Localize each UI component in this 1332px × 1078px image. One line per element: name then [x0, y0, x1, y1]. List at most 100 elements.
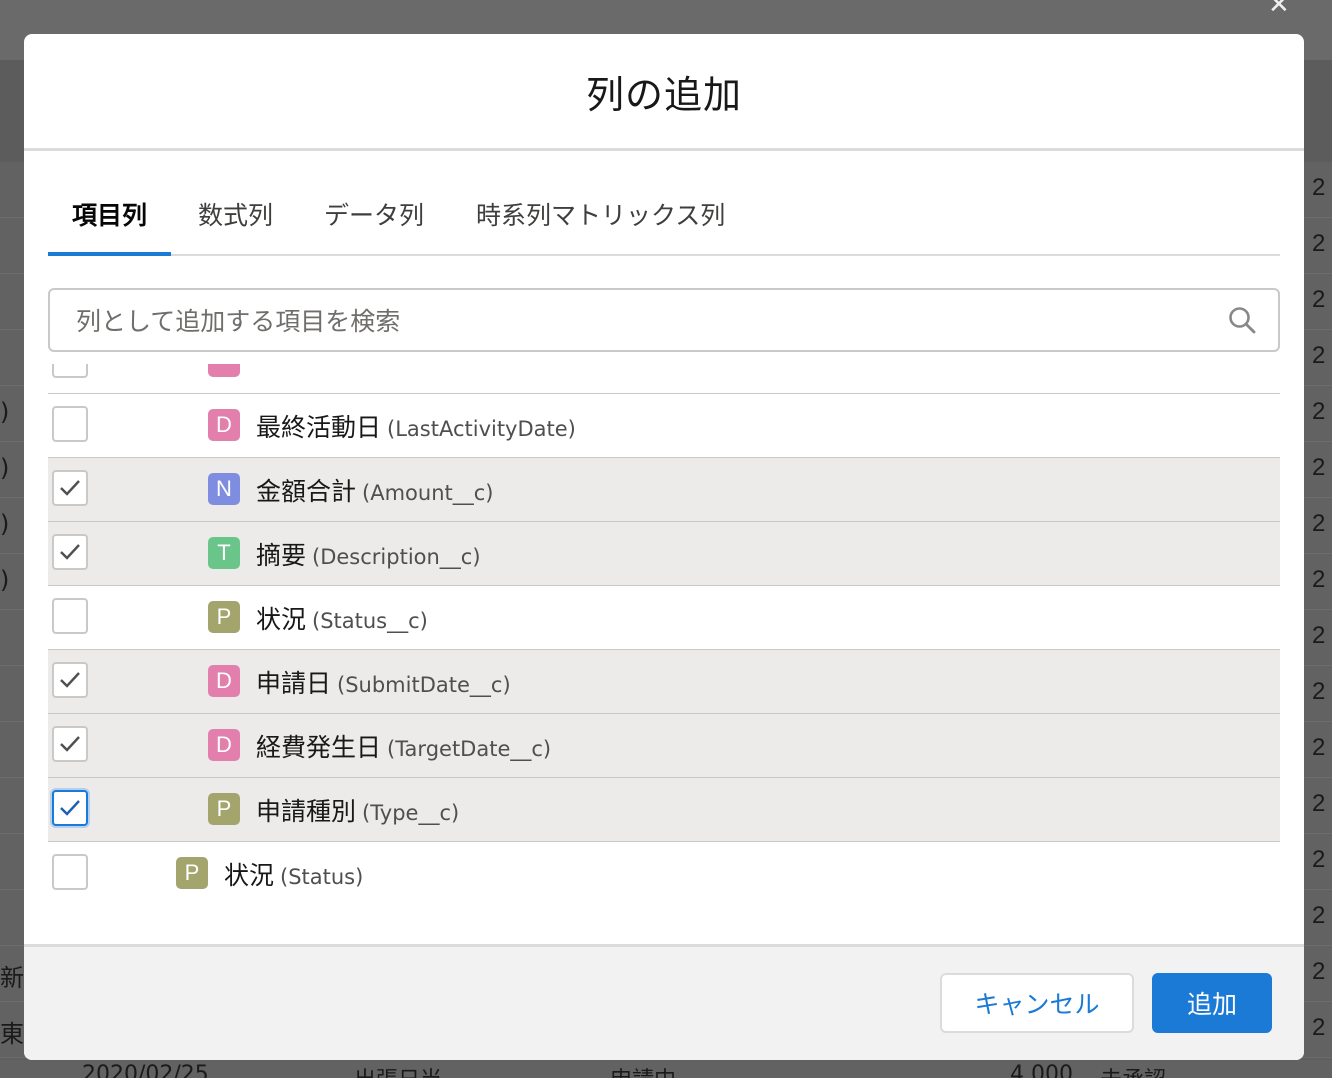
background-cell-text: 2 — [1312, 734, 1326, 761]
field-label-wrap: 申請日 (SubmitDate__c) — [256, 664, 511, 700]
background-cell-text: 2 — [1312, 454, 1326, 481]
field-api-name: (Description__c) — [312, 545, 481, 569]
background-cell-text: 2 — [1312, 902, 1326, 929]
background-cell-text: 申請中 — [610, 1062, 676, 1078]
background-cell-text: 2020/02/25 — [82, 1062, 209, 1078]
modal-title: 列の追加 — [585, 72, 742, 117]
field-label-wrap: 経費発生日 (TargetDate__c) — [256, 728, 551, 764]
field-label-wrap: 状況 (Status) — [224, 856, 363, 892]
tab-time-series-matrix-columns[interactable]: 時系列マトリックス列 — [476, 174, 725, 254]
checkmark-icon — [60, 672, 80, 688]
field-label: 状況 — [256, 605, 307, 634]
field-checkbox[interactable] — [52, 854, 88, 890]
field-label: 経費発生日 — [256, 733, 382, 762]
tab-data-columns[interactable]: データ列 — [324, 174, 424, 254]
list-item[interactable]: T 摘要 (Description__c) — [48, 522, 1280, 586]
checkmark-icon — [60, 800, 80, 816]
field-label: 申請種別 — [256, 797, 357, 826]
field-checkbox[interactable] — [52, 364, 88, 378]
background-cell-text: ) — [0, 454, 10, 482]
search-icon[interactable] — [1228, 306, 1256, 334]
date-type-icon: D — [208, 665, 240, 697]
number-type-icon: N — [208, 473, 240, 505]
checkmark-icon — [60, 544, 80, 560]
background-cell-text: 2 — [1312, 790, 1326, 817]
add-button[interactable]: 追加 — [1152, 973, 1272, 1033]
cancel-button[interactable]: キャンセル — [940, 973, 1134, 1033]
background-cell-text: 2 — [1312, 958, 1326, 985]
field-checkbox[interactable] — [52, 598, 88, 634]
background-cell-text: 2 — [1312, 398, 1326, 425]
field-api-name: (Amount__c) — [362, 481, 494, 505]
text-type-icon: T — [208, 537, 240, 569]
checkmark-icon — [60, 736, 80, 752]
picklist-type-icon: P — [208, 793, 240, 825]
background-cell-text: 2 — [1312, 230, 1326, 257]
list-item[interactable]: D 最終活動日 (LastActivityDate) — [48, 394, 1280, 458]
field-label: 最終活動日 — [256, 413, 382, 442]
tab-field-columns[interactable]: 項目列 — [47, 174, 172, 256]
field-label-wrap: 申請種別 (Type__c) — [256, 792, 459, 828]
background-cell-text: 未承認 — [1100, 1062, 1166, 1078]
background-table-row: 2020/02/25 出張日当 申請中 4,000 未承認 — [0, 1060, 1332, 1078]
field-label-wrap: 最終活動日 (LastActivityDate) — [256, 408, 576, 444]
field-label: 申請日 — [256, 669, 332, 698]
background-cell-text: ) — [0, 398, 10, 426]
field-api-name: (Status__c) — [312, 609, 428, 633]
background-cell-text: 2 — [1312, 174, 1326, 201]
background-cell-text: 2 — [1312, 342, 1326, 369]
field-label-wrap: 状況 (Status__c) — [256, 600, 428, 636]
field-api-name: (Type__c) — [362, 801, 460, 825]
list-item[interactable]: N 金額合計 (Amount__c) — [48, 458, 1280, 522]
field-label: 金額合計 — [256, 477, 357, 506]
field-checkbox[interactable] — [52, 406, 88, 442]
date-type-icon — [208, 364, 240, 377]
search-box — [48, 288, 1280, 352]
tab-formula-columns[interactable]: 数式列 — [198, 174, 273, 254]
field-api-name: (Status) — [280, 865, 364, 889]
background-cell-text: 2 — [1312, 678, 1326, 705]
picklist-type-icon: P — [176, 857, 208, 889]
background-cell-text: 新大 — [0, 964, 24, 992]
field-api-name: (LastActivityDate) — [387, 417, 576, 441]
modal-footer: キャンセル 追加 — [24, 944, 1304, 1060]
field-checkbox[interactable] — [52, 662, 88, 698]
field-checkbox[interactable] — [52, 726, 88, 762]
picklist-type-icon: P — [208, 601, 240, 633]
field-label: 状況 — [224, 861, 275, 890]
date-type-icon: D — [208, 729, 240, 761]
list-item[interactable]: D 経費発生日 (TargetDate__c) — [48, 714, 1280, 778]
field-api-name: (SubmitDate__c) — [337, 673, 511, 697]
field-checkbox[interactable] — [52, 534, 88, 570]
background-cell-text: 2 — [1312, 846, 1326, 873]
list-item[interactable]: D 申請日 (SubmitDate__c) — [48, 650, 1280, 714]
field-api-name: (TargetDate__c) — [387, 737, 552, 761]
background-cell-text: 2 — [1312, 566, 1326, 593]
list-item[interactable]: P 申請種別 (Type__c) — [48, 778, 1280, 842]
background-cell-text: 2 — [1312, 286, 1326, 313]
modal-header: 列の追加 — [24, 34, 1304, 151]
field-label-wrap: 金額合計 (Amount__c) — [256, 472, 493, 508]
add-column-modal: 列の追加 項目列 数式列 データ列 時系列マトリックス列 D 最終活動日(Las… — [24, 34, 1304, 1060]
field-list[interactable]: D 最終活動日 (LastActivityDate) N 金額合計 (Amount_… — [48, 364, 1280, 944]
background-cell-text: 2 — [1312, 510, 1326, 537]
list-item[interactable]: P 状況 (Status) — [48, 842, 1280, 905]
field-label: 摘要 — [256, 541, 307, 570]
background-cell-text: ) — [0, 566, 10, 594]
field-checkbox[interactable] — [52, 470, 88, 506]
background-cell-text: ) — [0, 510, 10, 538]
background-cell-text: 4,000 — [1010, 1062, 1073, 1078]
checkmark-icon — [60, 480, 80, 496]
search-input[interactable] — [74, 298, 1208, 344]
background-cell-text: 出張日当 — [354, 1062, 442, 1078]
list-item[interactable]: P 状況 (Status__c) — [48, 586, 1280, 650]
close-icon[interactable]: ✕ — [1268, 0, 1290, 20]
background-cell-text: 東京 — [0, 1020, 24, 1048]
background-cell-text: 2 — [1312, 622, 1326, 649]
date-type-icon: D — [208, 409, 240, 441]
tab-bar: 項目列 数式列 データ列 時系列マトリックス列 — [47, 174, 1280, 256]
list-item[interactable] — [48, 364, 1280, 394]
field-checkbox[interactable] — [52, 790, 88, 826]
field-label-wrap: 摘要 (Description__c) — [256, 536, 481, 572]
background-cell-text: 2 — [1312, 1014, 1326, 1041]
